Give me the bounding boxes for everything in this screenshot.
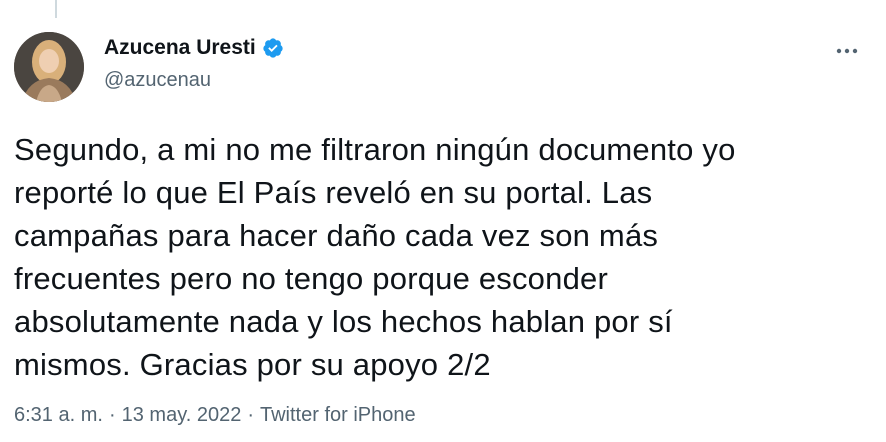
tweet-time[interactable]: 6:31 a. m. [14,404,103,427]
thread-connector-line [55,0,57,18]
author-handle[interactable]: @azucenau [104,69,211,92]
more-options-icon[interactable] [832,36,862,66]
avatar[interactable] [14,32,84,102]
tweet-source[interactable]: Twitter for iPhone [260,404,416,427]
author-name[interactable]: Azucena Uresti [104,36,256,60]
tweet-meta: 6:31 a. m. · 13 may. 2022 · Twitter for … [14,404,416,427]
tweet-date[interactable]: 13 may. 2022 [122,404,242,427]
meta-separator: · [247,404,254,426]
verified-badge-icon [262,37,284,59]
meta-separator: · [108,404,116,426]
tweet-text: Segundo, a mi no me filtraron ningún doc… [14,132,736,382]
author-name-row: Azucena Uresti [104,36,284,60]
